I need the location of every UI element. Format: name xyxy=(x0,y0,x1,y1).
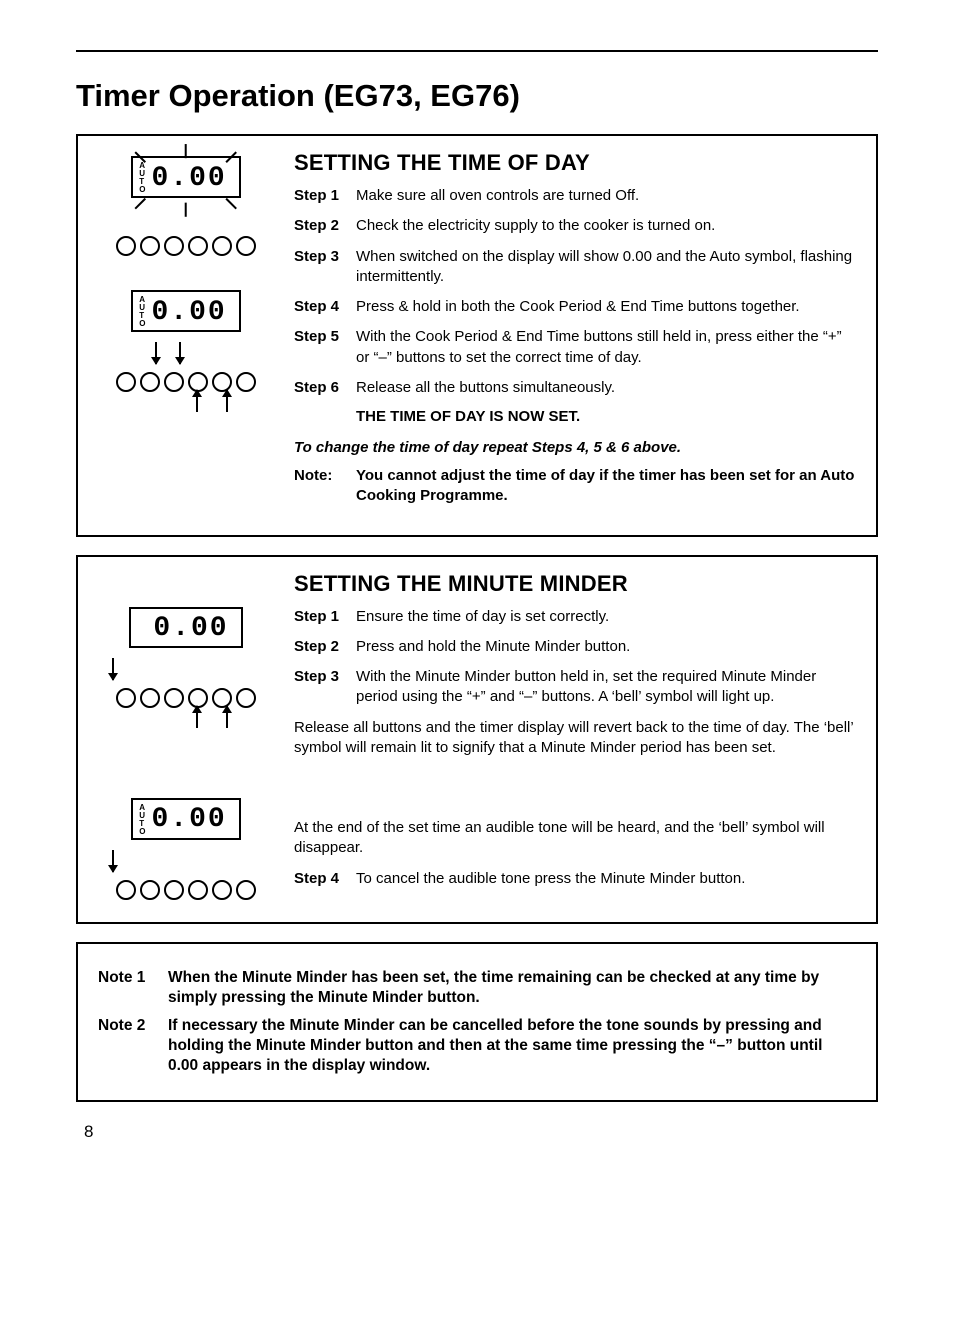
change-instruction: To change the time of day repeat Steps 4… xyxy=(294,439,858,456)
page-number: 8 xyxy=(84,1122,878,1142)
step-text: Make sure all oven controls are turned O… xyxy=(356,186,858,206)
top-rule xyxy=(76,50,878,52)
arrow-up-icon xyxy=(196,390,198,412)
paragraph: Release all buttons and the timer displa… xyxy=(294,718,858,759)
step-label: Step 4 xyxy=(294,869,356,889)
timer-button[interactable] xyxy=(212,236,232,256)
timer-buttons-row xyxy=(116,372,256,392)
step-text: Ensure the time of day is set correctly. xyxy=(356,607,858,627)
step-text: Press and hold the Minute Minder button. xyxy=(356,637,858,657)
note-text: When the Minute Minder has been set, the… xyxy=(168,968,856,1008)
arrow-down-icon xyxy=(112,658,114,680)
arrow-down-icon xyxy=(155,342,157,364)
step-text: To cancel the audible tone press the Min… xyxy=(356,869,858,889)
section-heading: SETTING THE MINUTE MINDER xyxy=(294,571,858,597)
arrow-down-icon xyxy=(179,342,181,364)
timer-buttons-row xyxy=(116,880,256,900)
timer-display: 0.00 xyxy=(129,607,242,648)
timer-button[interactable] xyxy=(164,236,184,256)
note-label: Note 1 xyxy=(98,968,168,1008)
timer-button[interactable] xyxy=(236,880,256,900)
step-label: Step 3 xyxy=(294,247,356,288)
timer-display: AUTO 0.00 xyxy=(131,798,240,840)
timer-button[interactable] xyxy=(212,880,232,900)
timer-buttons-row xyxy=(116,688,256,708)
timer-button[interactable] xyxy=(140,688,160,708)
timer-button[interactable] xyxy=(188,880,208,900)
timer-button[interactable] xyxy=(236,236,256,256)
auto-indicator: AUTO xyxy=(139,162,145,194)
note-label: Note 2 xyxy=(98,1016,168,1076)
timer-button[interactable] xyxy=(140,236,160,256)
step-text: Press & hold in both the Cook Period & E… xyxy=(356,297,858,317)
step-label: Step 5 xyxy=(294,327,356,368)
timer-button[interactable] xyxy=(140,880,160,900)
timer-button[interactable] xyxy=(116,236,136,256)
timer-button[interactable] xyxy=(164,880,184,900)
step-label: Step 2 xyxy=(294,216,356,236)
timer-display: AUTO 0.00 xyxy=(131,290,240,332)
display-value: 0.00 xyxy=(152,297,227,328)
timer-button[interactable] xyxy=(236,688,256,708)
step-label: Step 1 xyxy=(294,186,356,206)
note-text: You cannot adjust the time of day if the… xyxy=(356,466,858,507)
step-label: Step 2 xyxy=(294,637,356,657)
display-value: 0.00 xyxy=(152,163,227,194)
step-label: Step 4 xyxy=(294,297,356,317)
step-label: Step 3 xyxy=(294,667,356,708)
step-text: With the Minute Minder button held in, s… xyxy=(356,667,858,708)
panel-time-of-day: AUTO 0.00 AUTO 0.00 xyxy=(76,134,878,537)
timer-button[interactable] xyxy=(116,880,136,900)
paragraph: At the end of the set time an audible to… xyxy=(294,818,858,859)
time-set-confirmation: THE TIME OF DAY IS NOW SET. xyxy=(356,408,858,425)
display-value: 0.00 xyxy=(153,613,228,644)
auto-indicator: AUTO xyxy=(139,804,145,836)
step-text: Release all the buttons simultaneously. xyxy=(356,378,858,398)
timer-button[interactable] xyxy=(236,372,256,392)
auto-indicator: AUTO xyxy=(139,296,145,328)
timer-button[interactable] xyxy=(116,688,136,708)
timer-display: AUTO 0.00 xyxy=(131,156,240,198)
page-title: Timer Operation (EG73, EG76) xyxy=(76,78,878,114)
illustration-minute-minder: 0.00 AUTO 0.00 xyxy=(96,571,276,900)
display-value: 0.00 xyxy=(152,804,227,835)
step-text: When switched on the display will show 0… xyxy=(356,247,858,288)
note-text: If necessary the Minute Minder can be ca… xyxy=(168,1016,856,1076)
panel-minute-minder: 0.00 AUTO 0.00 xyxy=(76,555,878,924)
illustration-time-of-day: AUTO 0.00 AUTO 0.00 xyxy=(96,150,276,412)
timer-buttons-row xyxy=(116,236,256,256)
step-text: Check the electricity supply to the cook… xyxy=(356,216,858,236)
note-label: Note: xyxy=(294,466,356,507)
step-text: With the Cook Period & End Time buttons … xyxy=(356,327,858,368)
arrow-up-icon xyxy=(196,706,198,728)
timer-button[interactable] xyxy=(116,372,136,392)
section-heading: SETTING THE TIME OF DAY xyxy=(294,150,858,176)
arrow-down-icon xyxy=(112,850,114,872)
timer-button[interactable] xyxy=(140,372,160,392)
arrow-up-icon xyxy=(226,390,228,412)
timer-button[interactable] xyxy=(188,236,208,256)
timer-button[interactable] xyxy=(164,688,184,708)
arrow-up-icon xyxy=(226,706,228,728)
step-label: Step 1 xyxy=(294,607,356,627)
timer-button[interactable] xyxy=(164,372,184,392)
step-label: Step 6 xyxy=(294,378,356,398)
panel-notes: Note 1 When the Minute Minder has been s… xyxy=(76,942,878,1103)
